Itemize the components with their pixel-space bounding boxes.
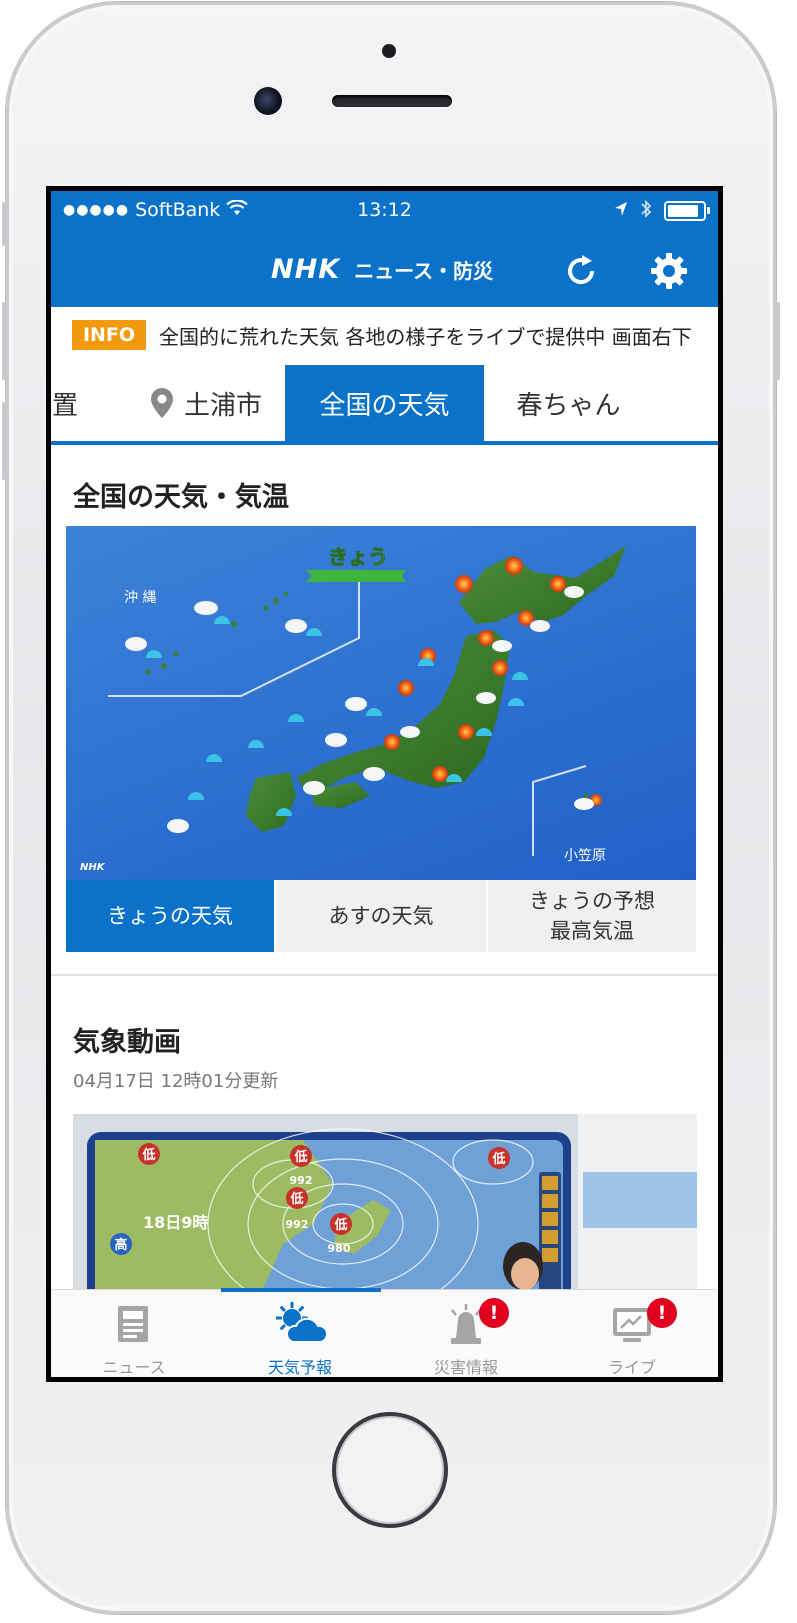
subtab-label-line1: きょうの予想 [529, 889, 655, 913]
weather-icon [276, 1302, 328, 1343]
disaster-alert-badge: ! [479, 1298, 509, 1328]
subtab-tomorrow-weather[interactable]: あすの天気 [276, 880, 486, 952]
bluetooth-icon [640, 199, 652, 223]
tab-label: 置 [51, 390, 78, 421]
nhk-logo: NHK [271, 254, 341, 285]
home-button[interactable] [332, 1412, 448, 1528]
gear-icon [651, 253, 687, 289]
nav-label: 災害情報 [433, 1358, 498, 1377]
location-arrow-icon [614, 201, 628, 221]
nhk-watermark: NHK [80, 862, 106, 873]
nav-label: ライブ [607, 1358, 656, 1377]
svg-text:低: 低 [141, 1147, 155, 1163]
subtab-today-max-temp[interactable]: きょうの予想 最高気温 [488, 880, 696, 952]
nav-label: 天気予報 [267, 1358, 332, 1377]
volume-down-button [2, 402, 8, 480]
forecast-subtabs: きょうの天気 あすの天気 きょうの予想 最高気温 [66, 880, 696, 952]
svg-text:高: 高 [114, 1237, 127, 1253]
volume-up-button [2, 302, 8, 380]
video-updated-time: 04月17日 12時01分更新 [73, 1071, 279, 1092]
nav-weather[interactable]: 天気予報 [217, 1290, 383, 1377]
battery-icon [664, 201, 710, 221]
tab-label: 土浦市 [183, 390, 262, 421]
svg-text:992: 992 [286, 1218, 309, 1231]
ogasawara-label: 小笠原 [564, 848, 606, 864]
tab-tsuchiura[interactable]: 土浦市 [121, 365, 291, 441]
okinawa-label: 沖 縄 [124, 590, 156, 606]
app-display: ●●●●● SoftBank 13:12 NHK ニュース・防災 INFO 全国… [51, 191, 718, 1377]
tab-national-weather[interactable]: 全国の天気 [285, 365, 484, 441]
nav-disaster[interactable]: ! 災害情報 [383, 1290, 549, 1377]
subtab-label: きょうの天気 [107, 904, 233, 928]
tab-partial[interactable]: 置 [51, 365, 89, 441]
news-icon [118, 1306, 148, 1342]
nav-news[interactable]: ニュース [51, 1290, 217, 1377]
refresh-icon [568, 255, 595, 284]
subtab-label: あすの天気 [328, 904, 434, 928]
tab-haru-chan[interactable]: 春ちゃん [486, 365, 651, 441]
status-bar: ●●●●● SoftBank 13:12 [51, 191, 718, 231]
svg-text:低: 低 [289, 1191, 303, 1207]
live-alert-badge: ! [647, 1298, 677, 1328]
front-camera [254, 87, 282, 115]
app-header: ●●●●● SoftBank 13:12 NHK ニュース・防災 [51, 191, 718, 307]
subtab-label-line2: 最高気温 [550, 919, 634, 943]
svg-text:低: 低 [491, 1151, 505, 1167]
weather-map-graphic: きょう 沖 縄 小笠原 NHK [80, 545, 626, 873]
silent-switch [2, 202, 8, 246]
map-pin-icon [150, 388, 173, 418]
svg-text:980: 980 [328, 1242, 351, 1255]
proximity-sensor [382, 44, 396, 58]
tab-label: 春ちゃん [516, 390, 621, 421]
screen: ●●●●● SoftBank 13:12 NHK ニュース・防災 INFO 全国… [46, 186, 723, 1382]
subtab-today-weather[interactable]: きょうの天気 [66, 880, 274, 952]
day-label: きょう [328, 545, 388, 569]
svg-text:18日9時: 18日9時 [143, 1213, 208, 1232]
bottom-navigation: ニュース 天気予報 ! 災害情報 ! ライブ [51, 1288, 718, 1377]
svg-text:低: 低 [333, 1217, 347, 1233]
location-tabs: 置 土浦市 全国の天気 春ちゃん [51, 365, 718, 445]
svg-text:992: 992 [290, 1174, 313, 1187]
settings-button[interactable] [647, 249, 691, 293]
info-ticker[interactable]: INFO 全国的に荒れた天気 各地の様子をライブで提供中 画面右下 [51, 307, 718, 366]
app-logo: NHK ニュース・防災 [271, 254, 493, 285]
nav-live[interactable]: ! ライブ [549, 1290, 715, 1377]
section-divider [51, 974, 718, 976]
tab-label: 全国の天気 [319, 390, 450, 421]
weather-video-thumbnail[interactable]: 低 低 992 低 992 低 980 低 高 18日9時 [73, 1114, 697, 1304]
ticker-text: 全国的に荒れた天気 各地の様子をライブで提供中 画面右下 [159, 325, 692, 349]
weather-map[interactable]: きょう 沖 縄 小笠原 NHK [66, 526, 696, 880]
video-section-title: 気象動画 [73, 1027, 181, 1058]
weather-video-frame: 低 低 992 低 992 低 980 低 高 18日9時 [73, 1114, 697, 1304]
earpiece-speaker [332, 95, 452, 107]
svg-text:低: 低 [293, 1149, 307, 1165]
weather-section-title: 全国の天気・気温 [73, 482, 289, 513]
info-badge: INFO [72, 320, 146, 350]
day-banner: きょう [306, 545, 406, 582]
power-button [774, 302, 780, 380]
app-subtitle: ニュース・防災 [354, 259, 494, 283]
nav-label: ニュース [102, 1358, 166, 1377]
refresh-button[interactable] [559, 249, 603, 293]
